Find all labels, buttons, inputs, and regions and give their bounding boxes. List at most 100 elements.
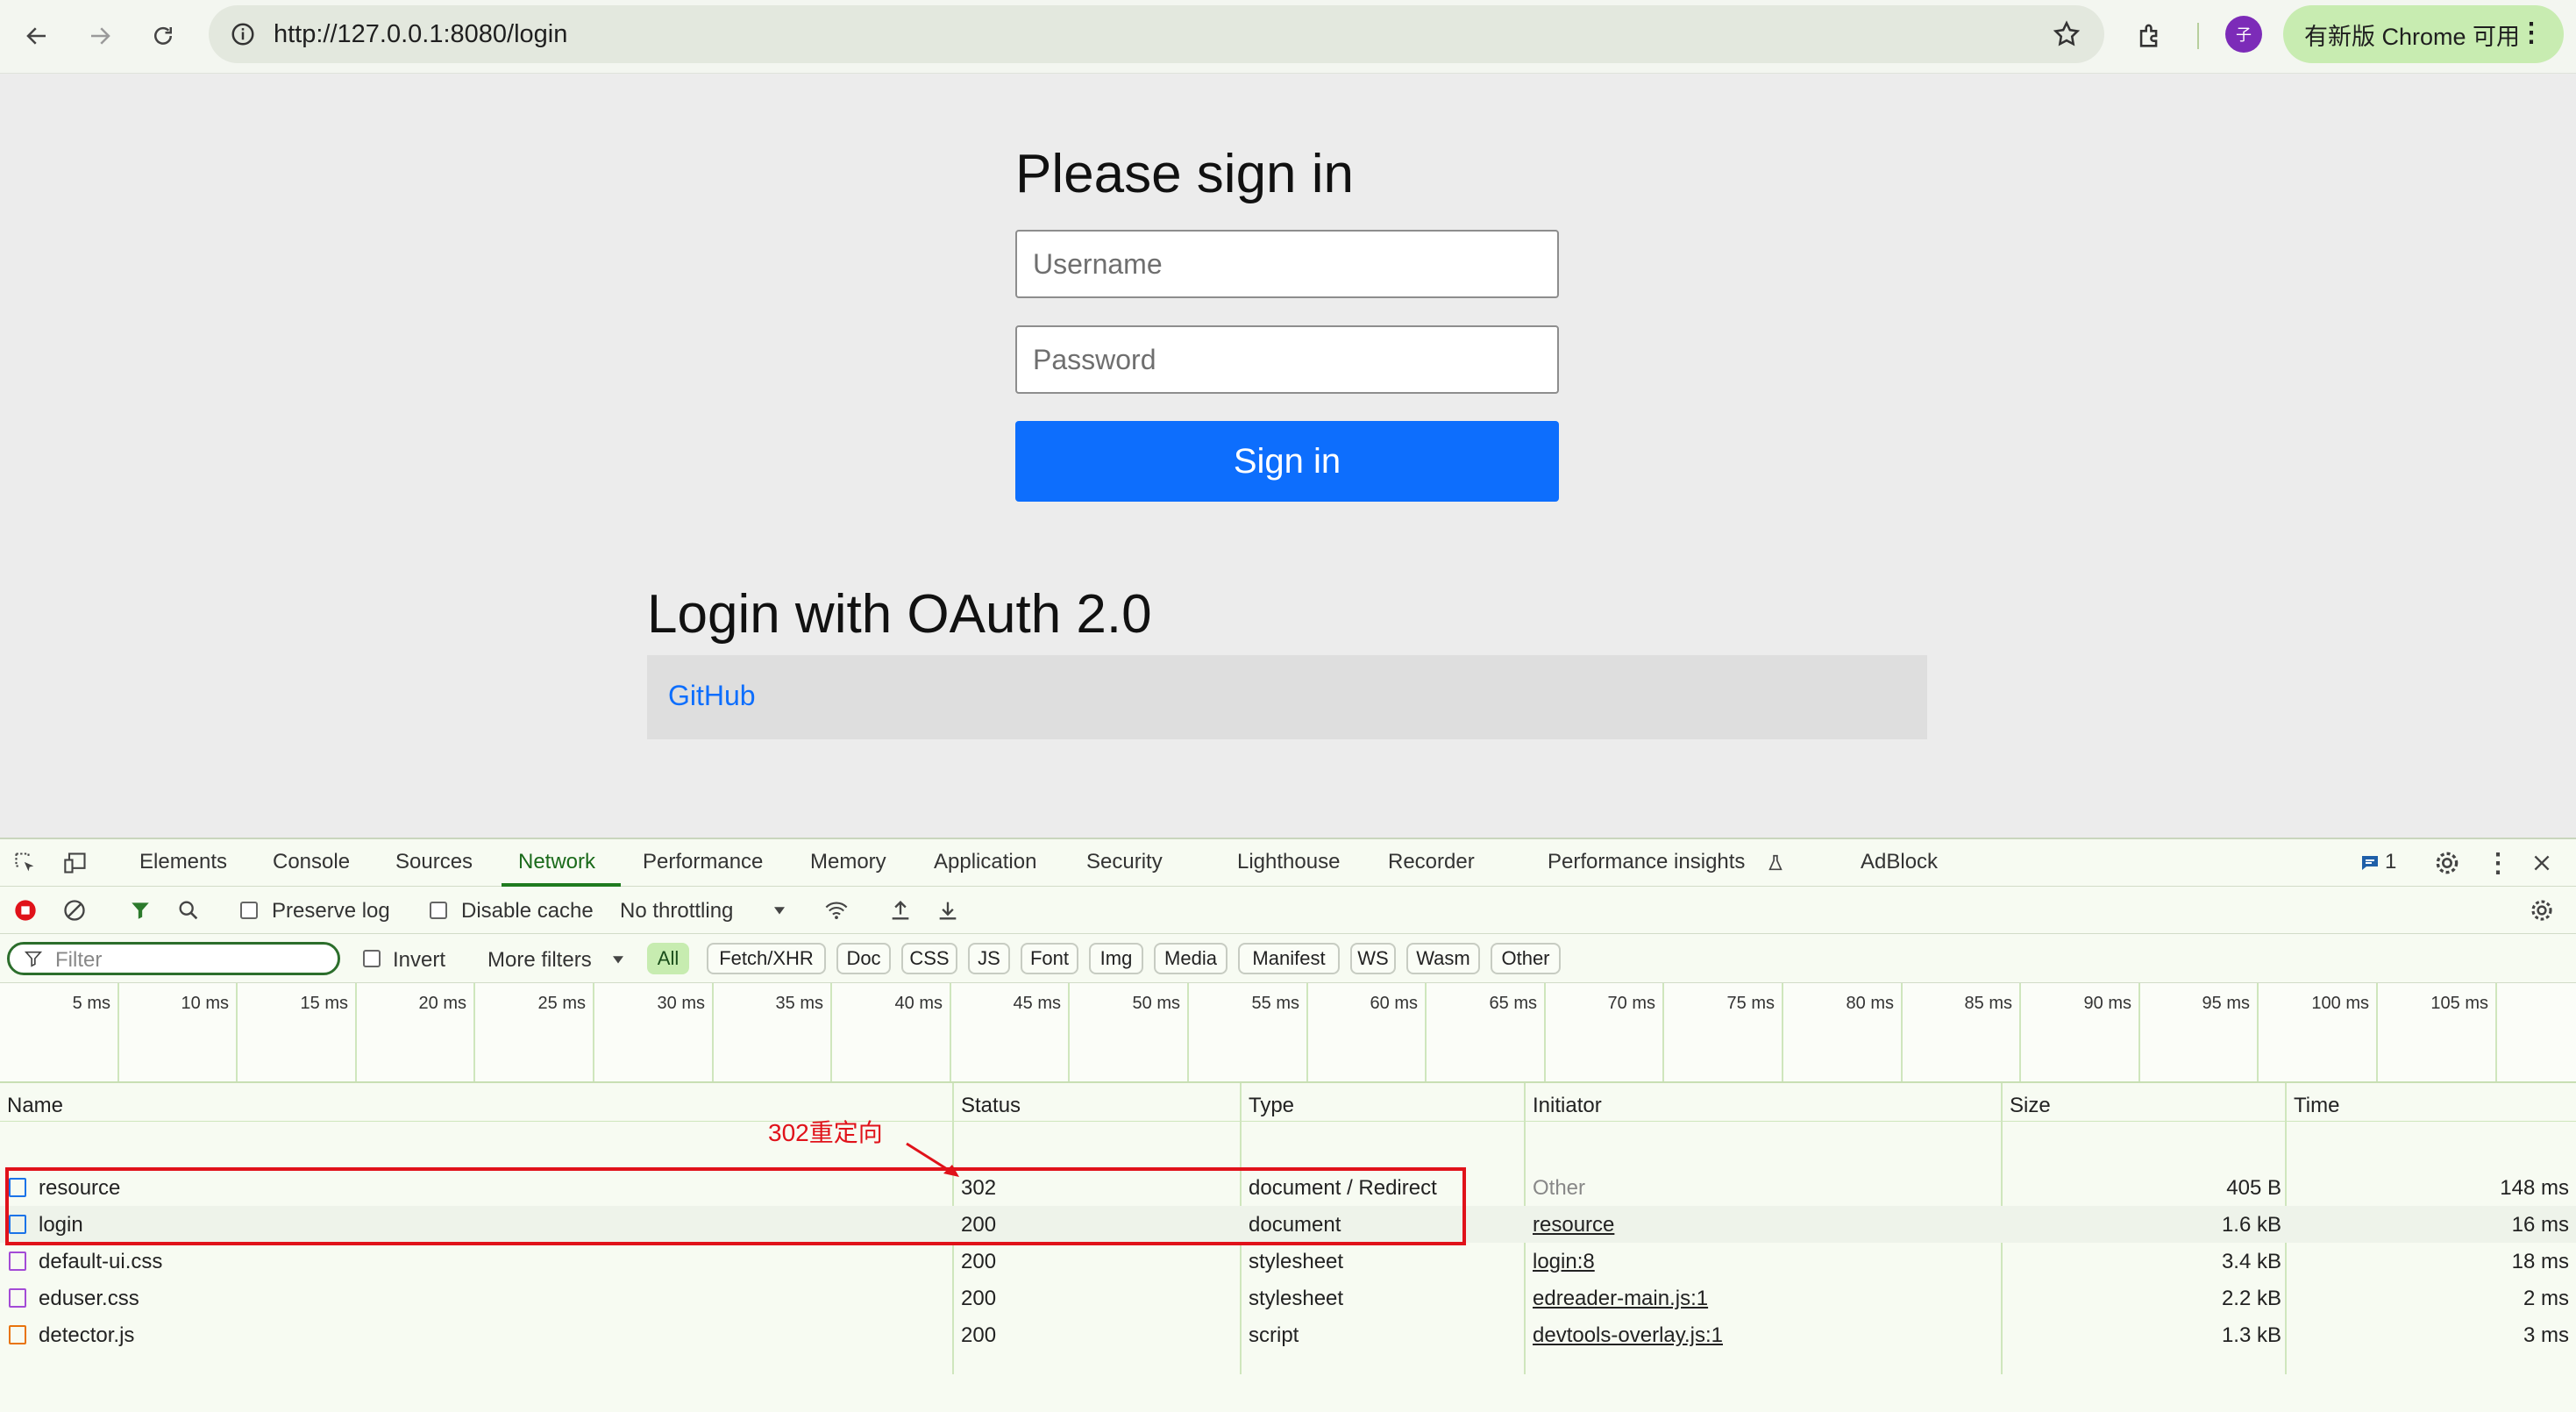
annotation-label: 302重定向 [768,1119,883,1146]
profile-avatar[interactable]: 子 [2225,16,2262,53]
issues-count[interactable]: 1 [2385,850,2396,874]
oauth-provider-list: GitHub [647,655,1927,739]
extensions-icon[interactable] [2129,15,2171,57]
table-row[interactable]: detector.js 200 script devtools-overlay.… [0,1316,2576,1353]
request-initiator[interactable]: resource [1533,1213,1614,1237]
back-button[interactable] [16,15,58,57]
request-initiator[interactable]: login:8 [1533,1250,1595,1274]
import-har-icon[interactable] [887,897,914,924]
column-name[interactable]: Name [7,1094,63,1118]
request-size: 405 B [2226,1176,2281,1200]
request-initiator[interactable]: edreader-main.js:1 [1533,1287,1708,1311]
filter-chip-all[interactable]: All [647,943,689,974]
network-settings-gear-icon[interactable] [2529,897,2555,924]
site-info-icon[interactable] [224,16,261,53]
device-toolbar-icon[interactable] [61,850,89,876]
column-status[interactable]: Status [961,1094,1021,1118]
bookmark-star-icon[interactable] [2052,19,2081,53]
sign-in-button[interactable]: Sign in [1015,421,1559,502]
issues-icon[interactable] [2359,852,2381,874]
timeline-gridline [1901,983,1903,1081]
tab-memory[interactable]: Memory [810,850,886,874]
address-bar[interactable]: http://127.0.0.1:8080/login [209,5,2104,63]
timeline-tick-label: 50 ms [1132,994,1180,1013]
request-name[interactable]: eduser.css [39,1287,139,1311]
tab-elements[interactable]: Elements [139,850,227,874]
preserve-log-checkbox[interactable] [240,902,258,919]
timeline-gridline [1782,983,1783,1081]
filter-chip-ws[interactable]: WS [1350,943,1396,974]
tab-network[interactable]: Network [518,850,595,874]
filter-chip-doc[interactable]: Doc [836,943,891,974]
table-row[interactable]: eduser.css 200 stylesheet edreader-main.… [0,1280,2576,1316]
filter-chip-fetch-xhr[interactable]: Fetch/XHR [707,943,826,974]
password-input[interactable]: Password [1015,325,1559,394]
script-icon [9,1325,26,1344]
table-row[interactable]: default-ui.css 200 stylesheet login:8 3.… [0,1243,2576,1280]
timeline-tick-label: 90 ms [2083,994,2131,1013]
network-conditions-icon[interactable] [822,897,850,924]
invert-checkbox[interactable] [363,950,381,967]
filter-chip-img[interactable]: Img [1089,943,1143,974]
network-timeline-overview[interactable]: 5 ms 10 ms 15 ms 20 ms 25 ms 30 ms 35 ms 40 ms 4… [0,983,2576,1083]
export-har-icon[interactable] [935,897,961,924]
chrome-update-button[interactable]: 有新版 Chrome 可用 ⋮ [2283,5,2564,63]
filter-chip-font[interactable]: Font [1021,943,1078,974]
record-stop-icon[interactable] [12,897,39,924]
timeline-gridline [830,983,832,1081]
request-time: 2 ms [2523,1287,2569,1310]
more-options-icon[interactable]: ⋮ [2485,849,2511,878]
timeline-gridline [1662,983,1664,1081]
filter-icon[interactable] [128,897,153,924]
chevron-down-icon[interactable] [610,952,626,967]
toolbar-divider [2197,23,2199,49]
filter-chip-manifest[interactable]: Manifest [1238,943,1340,974]
clear-icon[interactable] [61,897,88,924]
filter-chip-wasm[interactable]: Wasm [1406,943,1480,974]
filter-chip-other[interactable]: Other [1491,943,1561,974]
forward-button[interactable] [79,15,121,57]
inspect-element-icon[interactable] [12,850,39,876]
filter-chip-js[interactable]: JS [968,943,1010,974]
request-name[interactable]: detector.js [39,1323,134,1348]
tab-sources[interactable]: Sources [395,850,473,874]
tab-performance-insights[interactable]: Performance insights [1548,850,1745,874]
chevron-down-icon[interactable] [772,902,787,918]
timeline-tick-label: 45 ms [1013,994,1061,1013]
more-filters-dropdown[interactable]: More filters [487,948,592,973]
filter-chip-media[interactable]: Media [1154,943,1228,974]
request-time: 18 ms [2511,1250,2569,1273]
filter-chip-css[interactable]: CSS [901,943,957,974]
annotation-highlight-box [5,1167,1466,1245]
tab-recorder[interactable]: Recorder [1388,850,1475,874]
column-initiator[interactable]: Initiator [1533,1094,1602,1118]
tab-adblock[interactable]: AdBlock [1861,850,1938,874]
throttling-select[interactable]: No throttling [620,899,733,924]
tab-performance[interactable]: Performance [643,850,763,874]
request-initiator[interactable]: devtools-overlay.js:1 [1533,1323,1723,1348]
username-input[interactable]: Username [1015,230,1559,298]
column-type[interactable]: Type [1249,1094,1294,1118]
tab-application[interactable]: Application [934,850,1036,874]
timeline-tick-label: 65 ms [1489,994,1537,1013]
filter-input[interactable]: Filter [7,942,340,975]
tab-console[interactable]: Console [273,850,350,874]
search-icon[interactable] [175,897,202,924]
close-devtools-icon[interactable] [2529,850,2555,876]
github-login-link[interactable]: GitHub [668,680,756,712]
disable-cache-checkbox[interactable] [430,902,447,919]
timeline-tick-label: 55 ms [1251,994,1299,1013]
reload-button[interactable] [142,15,184,57]
request-status: 200 [961,1323,997,1347]
request-name[interactable]: default-ui.css [39,1250,162,1274]
tab-security[interactable]: Security [1086,850,1163,874]
reload-icon [154,26,172,45]
timeline-tick-label: 100 ms [2311,994,2369,1013]
column-time[interactable]: Time [2294,1094,2339,1118]
annotation-arrow-icon [906,1142,959,1177]
tab-lighthouse[interactable]: Lighthouse [1237,850,1340,874]
timeline-tick-label: 20 ms [418,994,466,1013]
settings-gear-icon[interactable] [2432,848,2462,878]
column-size[interactable]: Size [2010,1094,2051,1118]
url-text[interactable]: http://127.0.0.1:8080/login [274,20,567,49]
